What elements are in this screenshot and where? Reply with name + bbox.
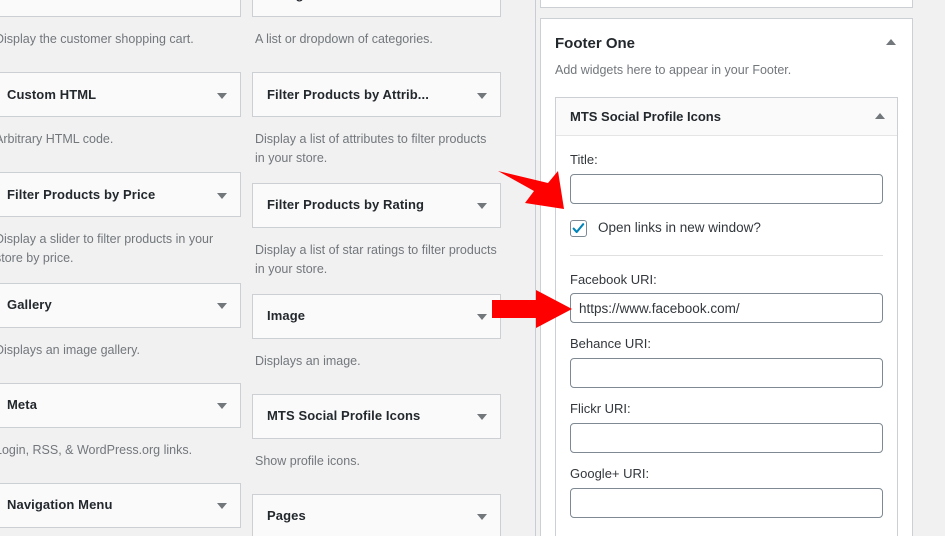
available-widget-description: Display the customer shopping cart. — [0, 32, 194, 46]
available-widget-header[interactable]: Gallery — [0, 282, 241, 328]
chevron-down-icon[interactable] — [217, 503, 227, 510]
chevron-down-icon[interactable] — [217, 92, 227, 99]
available-widget: Categories A list or dropdown of categori… — [252, 0, 501, 72]
available-widgets-pane: CartDisplay the customer shopping cart.C… — [0, 0, 530, 536]
available-widget-description: Displays an image gallery. — [0, 342, 140, 357]
field-title: Title: — [570, 150, 883, 204]
divider-rule — [535, 0, 536, 536]
panel-right-gutter — [923, 0, 945, 536]
available-widget-header[interactable]: Meta — [0, 382, 241, 428]
chevron-up-icon[interactable] — [875, 113, 885, 120]
uri-field-label: Google+ URI: — [570, 465, 650, 481]
available-widget-header[interactable]: Cart — [0, 0, 241, 17]
available-widget-header[interactable]: Custom HTML — [0, 72, 241, 117]
page-title: Footer One — [555, 35, 636, 52]
available-widget-title: Navigation Menu — [7, 497, 113, 513]
chevron-down-icon[interactable] — [477, 514, 487, 520]
chevron-down-icon[interactable] — [477, 414, 487, 420]
uri-input[interactable] — [570, 358, 883, 389]
widget-card-mts-social-profile-icons: MTS Social Profile Icons Title: Open lin… — [555, 96, 898, 536]
uri-input[interactable] — [570, 487, 883, 518]
available-widget: Filter Products by Rating Display a list … — [252, 182, 501, 294]
uri-field-label: Behance URI: — [570, 336, 651, 352]
available-widget-title: Gallery — [7, 297, 52, 313]
uri-field-label: Flickr URI: — [570, 401, 631, 417]
available-widget-header[interactable]: MTS Social Profile Icons — [252, 393, 501, 439]
chevron-down-icon[interactable] — [477, 314, 487, 320]
chevron-down-icon[interactable] — [477, 203, 487, 210]
available-widgets-column-right: Categories A list or dropdown of categori… — [252, 0, 501, 536]
available-widget: PagesA list of your site's Pages. — [252, 493, 501, 536]
available-widget-title: Filter Products by Attrib... — [267, 86, 429, 102]
widget-card-header[interactable]: MTS Social Profile Icons — [556, 97, 897, 136]
uri-input[interactable] — [570, 293, 883, 324]
available-widget-header[interactable]: Image — [252, 293, 501, 339]
field-flickr-uri: Flickr URI: — [570, 399, 883, 453]
available-widget-description: Display a slider to filter products in y… — [0, 232, 214, 266]
available-widget-title: Filter Products by Price — [7, 186, 156, 202]
chevron-down-icon[interactable] — [217, 403, 227, 410]
available-widget: Image Displays an image. — [252, 293, 501, 394]
available-widget-header[interactable]: Categories — [252, 0, 501, 17]
available-widget-header[interactable]: Navigation Menu — [0, 482, 241, 528]
available-widget-description: A list or dropdown of categories. — [255, 32, 433, 46]
available-widget-description: Display a list of star ratings to filter… — [255, 242, 497, 277]
available-widget: Gallery Displays an image gallery. — [0, 282, 241, 383]
available-widget-header[interactable]: Pages — [252, 493, 501, 536]
widget-card-body: Title: Open links in new window? Faceboo… — [556, 136, 897, 536]
sidebar-panel-header[interactable]: Footer One Add widgets here to appear in… — [555, 31, 898, 80]
previous-sidebar-panel-stub — [540, 0, 913, 8]
sidebar-panel-description: Add widgets here to appear in your Foote… — [555, 63, 792, 77]
checkmark-icon — [572, 222, 585, 233]
open-links-checkbox-label: Open links in new window? — [598, 220, 761, 236]
chevron-down-icon[interactable] — [217, 192, 227, 199]
available-widget-title: Custom HTML — [7, 86, 97, 102]
uri-fields-list: Facebook URI: Behance URI: Flickr URI: Goog… — [570, 270, 883, 518]
available-widget-description: Displays an image. — [255, 353, 361, 368]
pane-divider — [530, 0, 540, 536]
available-widget: Navigation Menu Add a navigation menu to … — [0, 482, 241, 536]
chevron-up-icon[interactable] — [886, 39, 896, 45]
title-input[interactable] — [570, 173, 883, 204]
uri-input[interactable] — [570, 422, 883, 453]
available-widget: MTS Social Profile Icons Show profile ico… — [252, 393, 501, 494]
available-widget-title: MTS Social Profile Icons — [267, 408, 421, 424]
available-widget-title: Meta — [7, 397, 38, 413]
available-widget-header[interactable]: Filter Products by Price — [0, 172, 241, 217]
field-google-uri: Google+ URI: — [570, 464, 883, 518]
available-widget-description: Arbitrary HTML code. — [0, 132, 114, 146]
chevron-down-icon[interactable] — [217, 303, 227, 310]
available-widget-title: Cart — [7, 0, 33, 2]
open-links-new-window-row[interactable]: Open links in new window? — [570, 219, 883, 237]
available-widget: Cart Display the customer shopping cart. — [0, 0, 241, 72]
sidebar-panel-footer-one: Footer One Add widgets here to appear in… — [540, 18, 913, 536]
available-widget-title: Categories — [267, 0, 335, 2]
sidebars-pane: Footer One Add widgets here to appear in… — [540, 0, 945, 536]
field-facebook-uri: Facebook URI: — [570, 270, 883, 324]
available-widget-header[interactable]: Filter Products by Attrib... — [252, 72, 501, 117]
available-widget-description: Show profile icons. — [255, 453, 360, 468]
available-widget: Filter Products by Price Display a slider… — [0, 172, 241, 283]
available-widget-header[interactable]: Filter Products by Rating — [252, 182, 501, 228]
divider — [570, 254, 883, 256]
available-widgets-column-left: CartDisplay the customer shopping cart.C… — [0, 0, 241, 536]
available-widget-description: Login, RSS, & WordPress.org links. — [0, 442, 193, 457]
open-links-checkbox[interactable] — [570, 219, 587, 237]
widget-card-title: MTS Social Profile Icons — [570, 108, 721, 124]
field-behance-uri: Behance URI: — [570, 334, 883, 389]
widgets-admin-screen: CartDisplay the customer shopping cart.C… — [0, 0, 945, 536]
available-widget: Custom HTML Arbitrary HTML code. — [0, 72, 241, 172]
uri-field-label: Facebook URI: — [570, 271, 657, 287]
available-widget-description: Display a list of attributes to filter p… — [255, 132, 487, 166]
available-widget-title: Image — [267, 308, 306, 324]
available-widgets-grid: CartDisplay the customer shopping cart.C… — [0, 0, 530, 536]
available-widget: Meta Login, RSS, & WordPress.org links. — [0, 382, 241, 483]
title-field-label: Title: — [570, 151, 598, 167]
chevron-down-icon[interactable] — [477, 92, 487, 99]
available-widget-title: Pages — [267, 508, 306, 524]
available-widget: Filter Products by Attrib... Display a li… — [252, 72, 501, 183]
available-widget-description: Add a navigation menu to your sidebar. — [0, 528, 241, 536]
available-widget-title: Filter Products by Rating — [267, 197, 425, 213]
